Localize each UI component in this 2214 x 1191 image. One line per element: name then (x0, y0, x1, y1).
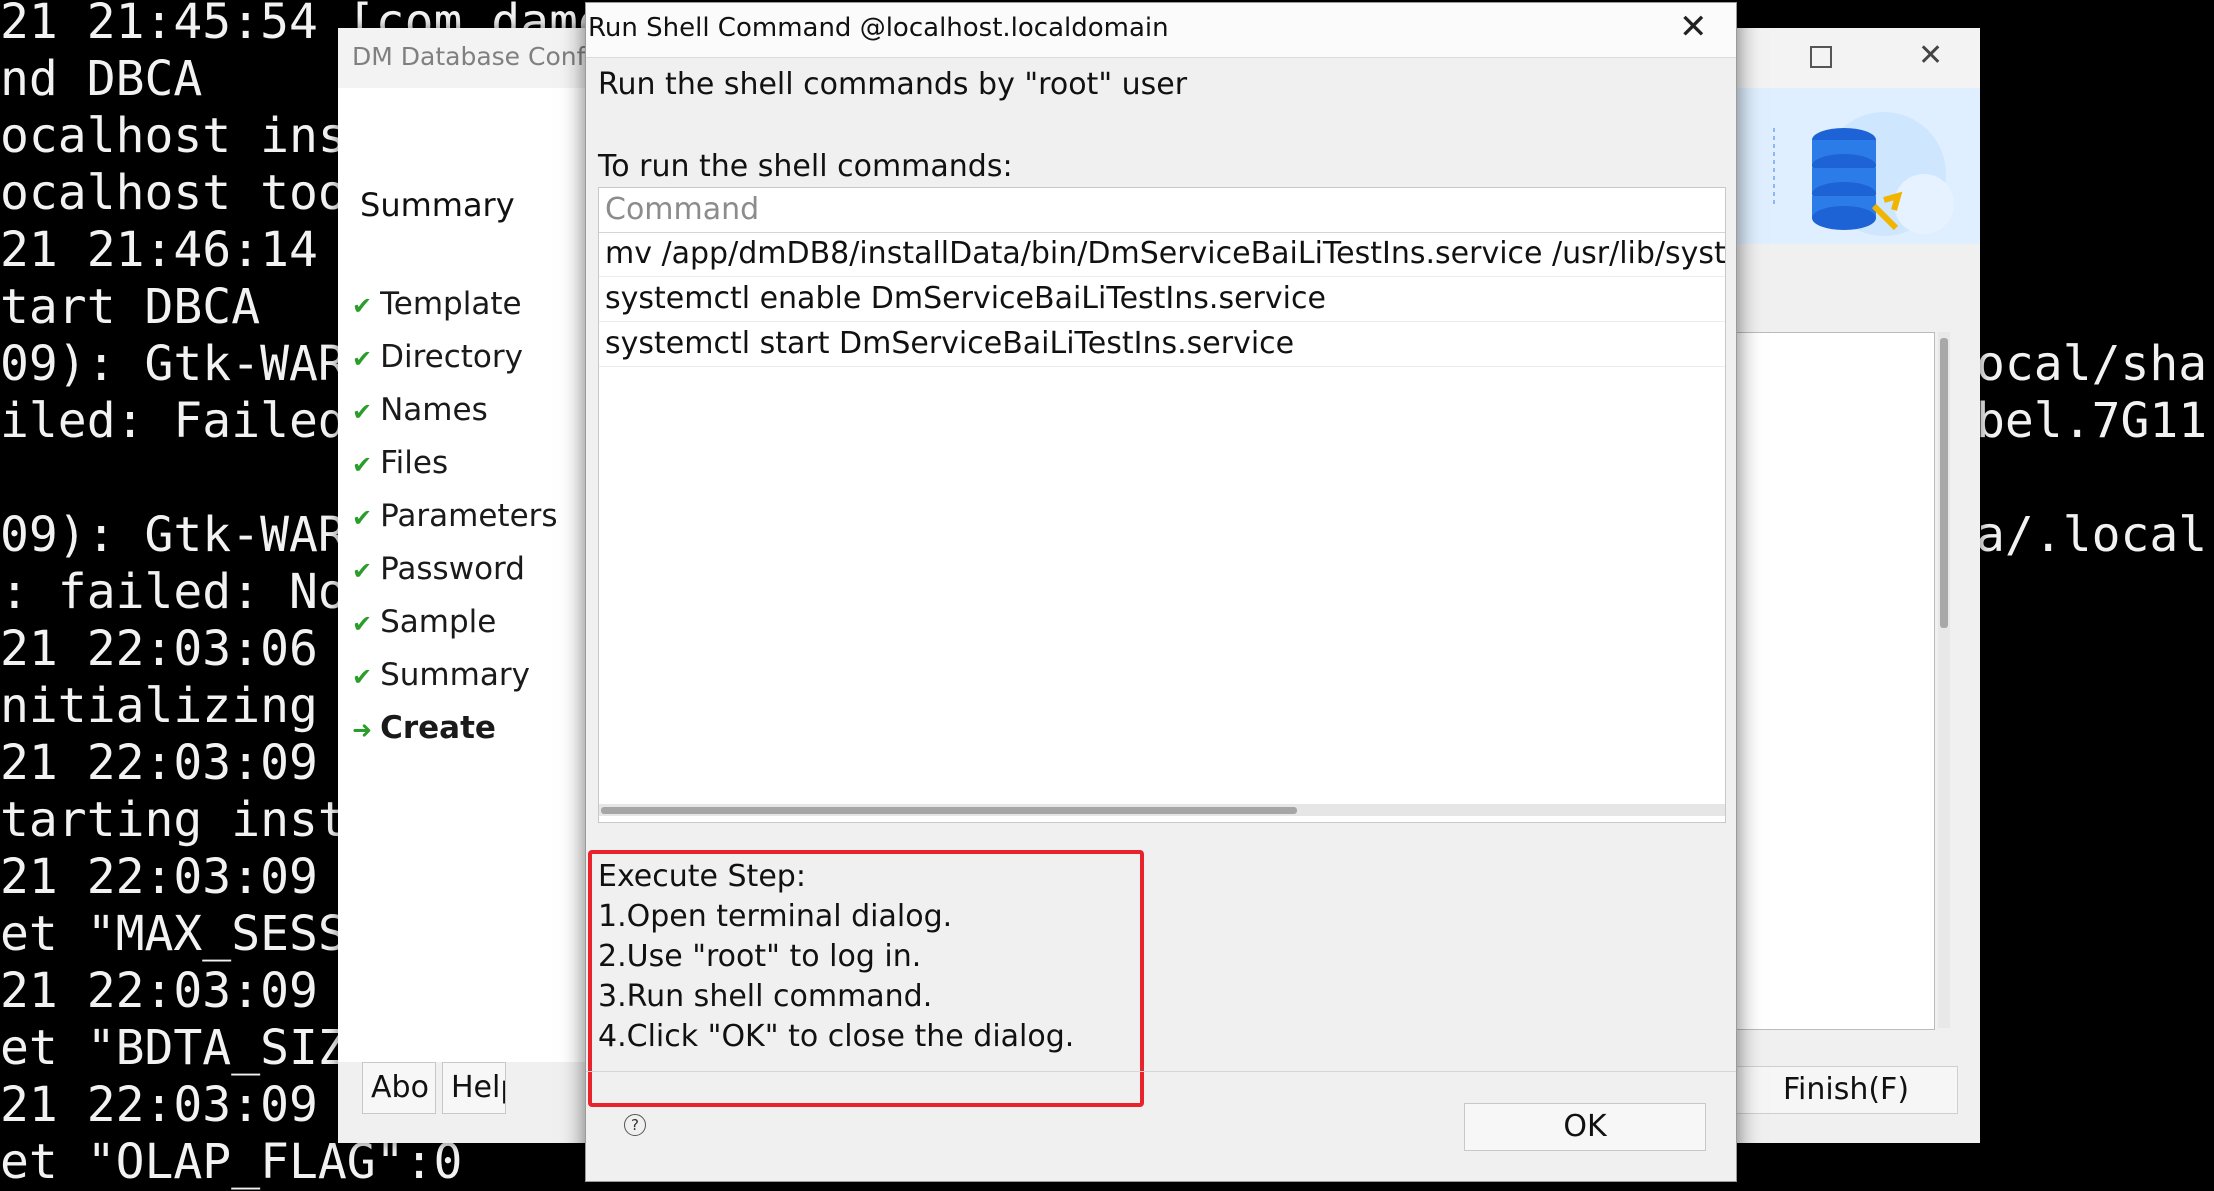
nav-item-parameters: ✔ Parameters (352, 498, 558, 534)
dbca-window-title: DM Database Confi (352, 42, 593, 71)
terminal-line: 21 22:03:06 (0, 621, 318, 677)
nav-item-label: Names (380, 392, 488, 428)
maximize-icon[interactable] (1810, 46, 1832, 68)
dialog-heading: Run the shell commands by "root" user (598, 67, 1188, 102)
terminal-line: : failed: No (0, 564, 347, 620)
terminal-line: a/.local (1976, 507, 2208, 563)
check-icon: ✔ (352, 451, 373, 479)
nav-item-files: ✔ Files (352, 445, 448, 481)
nav-item-names: ✔ Names (352, 392, 488, 428)
terminal-line: 21 22:03:09 (0, 963, 318, 1019)
highlight-box (588, 850, 1144, 1107)
check-icon: ✔ (352, 292, 373, 320)
terminal-line: 21 22:03:09 (0, 1077, 318, 1133)
check-icon: ✔ (352, 398, 373, 426)
terminal-line: et "MAX_SESSI (0, 906, 376, 962)
terminal-line: 09): Gtk-WARN (0, 336, 376, 392)
nav-item-label: Directory (380, 339, 523, 375)
terminal-line: nitializing (0, 678, 318, 734)
arrow-icon: ➜ (352, 716, 373, 744)
nav-item-label: Template (380, 286, 522, 322)
command-row[interactable]: systemctl start DmServiceBaiLiTestIns.se… (599, 322, 1725, 367)
dialog-subheading: To run the shell commands: (598, 149, 1013, 184)
run-shell-command-dialog: Run Shell Command @localhost.localdomain… (585, 2, 1737, 1182)
nav-item-create: ➜ Create (352, 710, 496, 746)
nav-item-label: Parameters (380, 498, 558, 534)
close-icon[interactable]: ✕ (1679, 7, 1708, 47)
nav-item-label: Files (380, 445, 449, 481)
nav-item-label: Sample (380, 604, 497, 640)
dialog-title: Run Shell Command @localhost.localdomain (588, 13, 1169, 43)
command-column-header: Command (599, 188, 1725, 233)
terminal-line: ocalhost tool (0, 165, 376, 221)
nav-header-title: Summary (360, 186, 515, 224)
dbca-content-panel (1734, 332, 1935, 1030)
nav-header: Summary (338, 88, 588, 272)
check-icon: ✔ (352, 663, 373, 691)
command-table: Command mv /app/dmDB8/installData/bin/Dm… (598, 187, 1726, 823)
terminal-line: 21 22:03:09 (0, 849, 318, 905)
dbca-vertical-scrollbar[interactable] (1938, 332, 1950, 1028)
nav-item-template: ✔ Template (352, 286, 522, 322)
terminal-line: 09): Gtk-WARN (0, 507, 376, 563)
terminal-line: 21 22:03:09 (0, 735, 318, 791)
help-button[interactable]: Help (442, 1062, 506, 1114)
terminal-line: tarting insta (0, 792, 376, 848)
nav-item-label: Create (380, 710, 496, 746)
dialog-titlebar: Run Shell Command @localhost.localdomain… (586, 3, 1736, 58)
terminal-line: bel.7G11 (1976, 393, 2208, 449)
terminal-line: ocalhost inst (0, 108, 376, 164)
terminal-line: iled: Failed (0, 393, 347, 449)
footer-divider (586, 1071, 1736, 1072)
nav-item-summary: ✔ Summary (352, 657, 530, 693)
nav-item-label: Summary (380, 657, 530, 693)
database-banner (1734, 88, 1980, 244)
command-table-horizontal-scrollbar[interactable] (599, 804, 1725, 816)
nav-item-sample: ✔ Sample (352, 604, 496, 640)
terminal-line: 21 21:46:14 (0, 222, 318, 278)
terminal-line: tart DBCA (0, 279, 261, 335)
check-icon: ✔ (352, 345, 373, 373)
nav-item-label: Password (380, 551, 525, 587)
terminal-line: et "BDTA_SIZE (0, 1020, 376, 1076)
help-icon[interactable]: ? (624, 1114, 646, 1136)
command-row[interactable]: mv /app/dmDB8/installData/bin/DmServiceB… (599, 232, 1725, 277)
terminal-line: nd DBCA (0, 51, 203, 107)
check-icon: ✔ (352, 610, 373, 638)
command-row[interactable]: systemctl enable DmServiceBaiLiTestIns.s… (599, 277, 1725, 322)
close-icon[interactable]: ✕ (1918, 38, 1943, 73)
database-icon (1773, 112, 1954, 236)
ok-button[interactable]: OK (1464, 1103, 1706, 1151)
terminal-line: ocal/sha (1976, 336, 2208, 392)
nav-item-directory: ✔ Directory (352, 339, 523, 375)
finish-button[interactable]: Finish(F) (1734, 1066, 1958, 1114)
wizard-step-list: ✔ Template ✔ Directory ✔ Names ✔ Files ✔ Paramete… (338, 272, 588, 1062)
check-icon: ✔ (352, 557, 373, 585)
nav-item-password: ✔ Password (352, 551, 525, 587)
about-button[interactable]: Abo (362, 1062, 436, 1114)
check-icon: ✔ (352, 504, 373, 532)
